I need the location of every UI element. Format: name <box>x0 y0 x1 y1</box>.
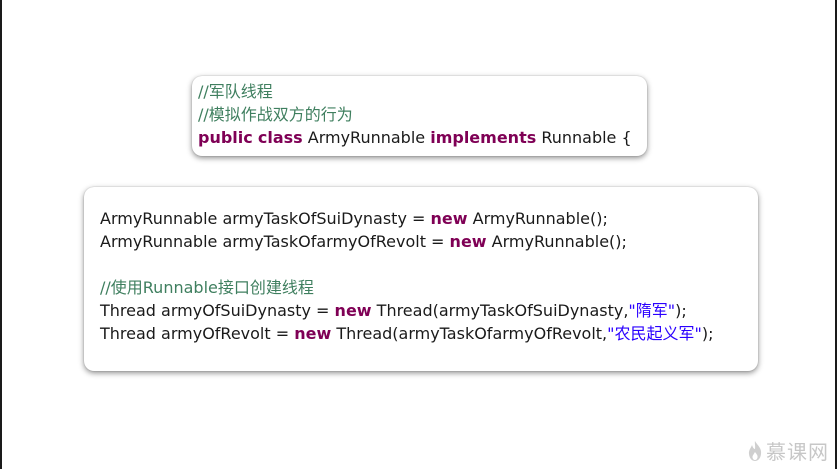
keyword: new <box>294 324 332 343</box>
code-text: ); <box>675 301 687 320</box>
code-text: ArmyRunnable armyTaskOfarmyOfRevolt = <box>100 232 450 251</box>
class-declaration-card: //军队线程 //模拟作战双方的行为 public class ArmyRunn… <box>192 76 647 156</box>
code-text: ArmyRunnable(); <box>467 209 608 228</box>
comment-line: //军队线程 <box>198 82 273 101</box>
left-border <box>0 0 2 469</box>
keyword: new <box>449 232 487 251</box>
code-text: Thread(armyTaskOfarmyOfRevolt, <box>331 324 608 343</box>
comment-line: //模拟作战双方的行为 <box>198 105 353 124</box>
code-text: ArmyRunnable(); <box>486 232 627 251</box>
class-name: ArmyRunnable <box>302 128 431 147</box>
keyword: class <box>257 128 303 147</box>
code-line: ArmyRunnable armyTaskOfSuiDynasty = new … <box>100 207 742 230</box>
keyword: new <box>334 301 372 320</box>
imooc-watermark: 慕课网 <box>747 436 829 465</box>
code-line: Thread armyOfRevolt = new Thread(armyTas… <box>100 322 742 345</box>
watermark-text: 慕课网 <box>766 440 829 464</box>
code-text: Thread(armyTaskOfSuiDynasty, <box>371 301 629 320</box>
interface-name: Runnable { <box>536 128 632 147</box>
keyword: new <box>430 209 468 228</box>
comment-line: //使用Runnable接口创建线程 <box>100 278 314 297</box>
thread-creation-card: ArmyRunnable armyTaskOfSuiDynasty = new … <box>84 187 758 371</box>
code-line: ArmyRunnable armyTaskOfarmyOfRevolt = ne… <box>100 230 742 253</box>
keyword: implements <box>430 128 537 147</box>
string-literal: "隋军" <box>628 301 676 320</box>
class-declaration-line: public class ArmyRunnable implements Run… <box>198 126 641 149</box>
code-line: Thread armyOfSuiDynasty = new Thread(arm… <box>100 299 742 322</box>
flame-icon <box>748 440 762 461</box>
code-text: Thread armyOfRevolt = <box>100 324 295 343</box>
string-literal: "农民起义军" <box>607 324 702 343</box>
code-text: ); <box>701 324 714 343</box>
code-text: ArmyRunnable armyTaskOfSuiDynasty = <box>100 209 431 228</box>
code-text: Thread armyOfSuiDynasty = <box>100 301 335 320</box>
keyword: public <box>198 128 253 147</box>
